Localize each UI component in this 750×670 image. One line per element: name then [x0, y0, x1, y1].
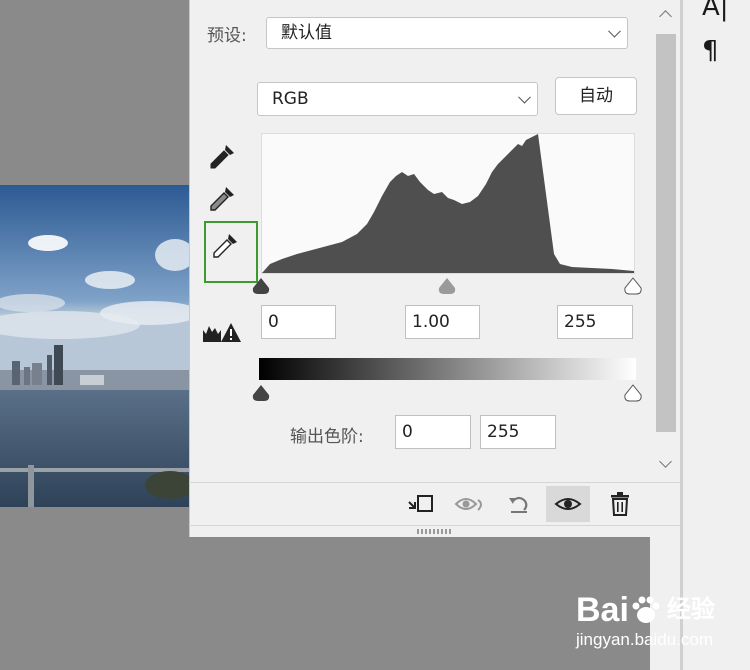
chevron-down-icon [608, 24, 621, 38]
clip-to-layer-icon [408, 495, 433, 512]
panel-bottom-edge [189, 525, 680, 526]
histogram-graph [262, 134, 634, 273]
preset-dropdown[interactable]: 默认值 [266, 17, 628, 49]
watermark-brand: Bai [576, 591, 629, 629]
character-panel-icon[interactable]: A| [702, 0, 729, 22]
panel-divider [680, 0, 683, 670]
clip-to-layer-button[interactable] [398, 486, 442, 522]
input-midtone-slider[interactable] [436, 276, 458, 296]
delete-button[interactable] [598, 486, 642, 522]
input-shadow-slider[interactable] [250, 276, 272, 296]
output-levels-label: 输出色阶: [290, 427, 364, 447]
preset-label: 预设: [207, 26, 247, 46]
right-panel-strip [680, 0, 750, 670]
output-gradient-bar [259, 358, 636, 380]
footer-separator [189, 482, 680, 483]
view-previous-state-button[interactable] [448, 486, 492, 522]
paw-logo-icon [629, 595, 663, 625]
document-photo [0, 185, 189, 507]
preset-value: 默认值 [281, 23, 332, 43]
auto-button[interactable]: 自动 [555, 77, 637, 115]
watermark-url: jingyan.baidu.com [576, 630, 714, 649]
white-point-eyedropper-icon [213, 234, 237, 258]
channel-value: RGB [272, 89, 309, 109]
output-max-field[interactable]: 255 [480, 415, 556, 449]
scrollbar-thumb[interactable] [656, 34, 676, 432]
input-highlight-slider[interactable] [622, 276, 644, 296]
clipping-warning-icon[interactable] [202, 320, 242, 344]
channel-dropdown[interactable]: RGB [257, 82, 538, 116]
input-shadow-field[interactable]: 0 [261, 305, 336, 339]
baidu-jingyan-watermark: Bai 经验 jingyan.baidu.com [576, 592, 715, 650]
output-min-field[interactable]: 0 [395, 415, 471, 449]
panel-resize-grip[interactable] [417, 529, 451, 534]
reset-button[interactable] [497, 486, 541, 522]
paragraph-panel-icon[interactable]: ¶ [702, 36, 719, 66]
view-previous-state-icon [454, 498, 482, 511]
watermark-brand-cn: 经验 [666, 596, 715, 623]
output-shadow-slider[interactable] [250, 383, 272, 403]
reset-icon [509, 496, 528, 513]
gray-point-eyedropper-icon[interactable] [205, 182, 239, 216]
visibility-toggle-button[interactable] [546, 486, 590, 522]
histogram [261, 133, 635, 274]
delete-trash-icon [611, 492, 629, 516]
chevron-down-icon [518, 90, 531, 104]
black-point-eyedropper-icon[interactable] [205, 140, 239, 174]
white-point-eyedropper-selected[interactable] [204, 221, 258, 283]
input-highlight-field[interactable]: 255 [557, 305, 633, 339]
output-highlight-slider[interactable] [622, 383, 644, 403]
input-gamma-field[interactable]: 1.00 [405, 305, 480, 339]
visibility-eye-icon [554, 498, 582, 510]
